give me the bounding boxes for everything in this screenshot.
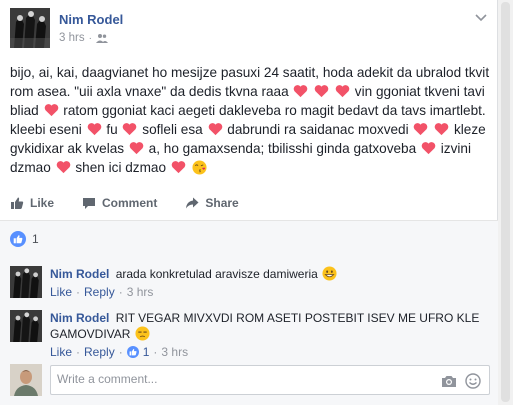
comment-separator: · xyxy=(118,285,123,299)
comment-time[interactable]: 3 hrs xyxy=(127,285,154,299)
share-icon xyxy=(186,197,199,209)
comment-time[interactable]: 3 hrs xyxy=(161,345,188,359)
meta-separator: · xyxy=(88,32,92,44)
heart-icon xyxy=(314,85,329,98)
like-reaction-icon xyxy=(10,231,26,247)
share-label: Share xyxy=(205,196,239,210)
comment-reply-link[interactable]: Reply xyxy=(84,345,115,359)
like-button[interactable]: Like xyxy=(10,192,54,214)
comment-text: arada konkretulad aravisze damiweria xyxy=(115,267,318,281)
share-button[interactable]: Share xyxy=(185,192,239,214)
post-time[interactable]: 3 hrs xyxy=(59,32,85,44)
comment-author[interactable]: Nim Rodel xyxy=(50,311,109,325)
reaction-summary[interactable]: 1 xyxy=(10,231,39,247)
heart-icon xyxy=(171,161,186,174)
comment-item: Nim Rodel RIT VEGAR MIVXVDI ROM ASETI PO… xyxy=(10,310,490,360)
like-label: Like xyxy=(30,196,55,210)
post-card: Nim Rodel 3 hrs · bijo, ai, kai, daagvia… xyxy=(0,0,498,405)
comment-composer xyxy=(10,362,490,398)
comment-button[interactable]: Comment xyxy=(82,192,157,214)
comment-body: Nim Rodel arada konkretulad aravisze dam… xyxy=(50,266,480,282)
commenter-avatar[interactable] xyxy=(10,266,42,298)
comment-like-link[interactable]: Like xyxy=(50,345,72,359)
chevron-down-icon[interactable] xyxy=(474,10,488,24)
kiss-emoji-icon xyxy=(192,160,207,175)
heart-icon xyxy=(123,123,137,136)
comment-separator: · xyxy=(153,345,158,359)
heart-icon xyxy=(56,161,70,174)
heart-icon xyxy=(335,85,350,98)
comment-actions: Like · Reply · 1 · 3 hrs xyxy=(50,345,188,359)
post-text: bijo, ai, kai, daagvianet ho mesijze pas… xyxy=(10,63,492,177)
comment-reply-link[interactable]: Reply xyxy=(84,285,115,299)
friends-audience-icon[interactable] xyxy=(95,33,108,43)
comment-separator: · xyxy=(76,285,81,299)
heart-icon xyxy=(294,85,308,98)
scrollbar[interactable] xyxy=(498,0,513,405)
heart-icon xyxy=(421,142,436,155)
comment-separator: · xyxy=(118,345,123,359)
comment-input-box[interactable] xyxy=(50,365,490,395)
heart-icon xyxy=(434,123,449,136)
unamused-emoji-icon xyxy=(135,326,150,341)
like-reaction-icon xyxy=(126,346,139,358)
thumbs-up-icon xyxy=(11,197,24,209)
commenter-avatar[interactable] xyxy=(10,310,42,342)
comment-author[interactable]: Nim Rodel xyxy=(50,267,109,281)
current-user-avatar xyxy=(10,364,42,396)
comment-label: Comment xyxy=(102,196,158,210)
post-text-segment: dabrundi ra saidanac moxvedi xyxy=(227,122,409,137)
comment-separator: · xyxy=(76,345,81,359)
comment-body: Nim Rodel RIT VEGAR MIVXVDI ROM ASETI PO… xyxy=(50,310,480,342)
heart-icon xyxy=(87,123,101,136)
grin-emoji-icon xyxy=(322,266,337,281)
comment-actions: Like · Reply · 3 hrs xyxy=(50,285,153,299)
emoji-picker-icon[interactable] xyxy=(465,373,481,389)
heart-icon xyxy=(129,142,144,155)
post-author[interactable]: Nim Rodel xyxy=(59,12,123,27)
comment-like-count[interactable]: 1 xyxy=(143,345,150,359)
post-text-segment: fu xyxy=(106,122,118,137)
scrollbar-thumb[interactable] xyxy=(501,2,510,402)
comment-text: RIT VEGAR MIVXVDI ROM ASETI POSTEBIT ISE… xyxy=(50,311,480,341)
comment-icon xyxy=(83,198,96,209)
comment-item: Nim Rodel arada konkretulad aravisze dam… xyxy=(10,266,490,310)
author-avatar[interactable] xyxy=(10,8,50,48)
heart-icon xyxy=(208,123,222,136)
heart-icon xyxy=(414,123,428,136)
reactions-bar: 1 xyxy=(0,220,498,256)
post-meta: 3 hrs · xyxy=(59,32,108,44)
post-text-segment: a, ho gamaxsenda; tbilisshi ginda gatxov… xyxy=(148,141,417,156)
comment-like-link[interactable]: Like xyxy=(50,285,72,299)
post-text-segment: shen ici dzmao xyxy=(75,160,167,175)
post-header: Nim Rodel 3 hrs · xyxy=(10,8,490,48)
reaction-count: 1 xyxy=(32,232,39,246)
heart-icon xyxy=(44,104,58,117)
post-text-segment: sofleli esa xyxy=(142,122,203,137)
camera-icon[interactable] xyxy=(441,373,457,389)
post-actions: Like Comment Share xyxy=(10,192,490,214)
comment-input[interactable] xyxy=(57,372,417,386)
